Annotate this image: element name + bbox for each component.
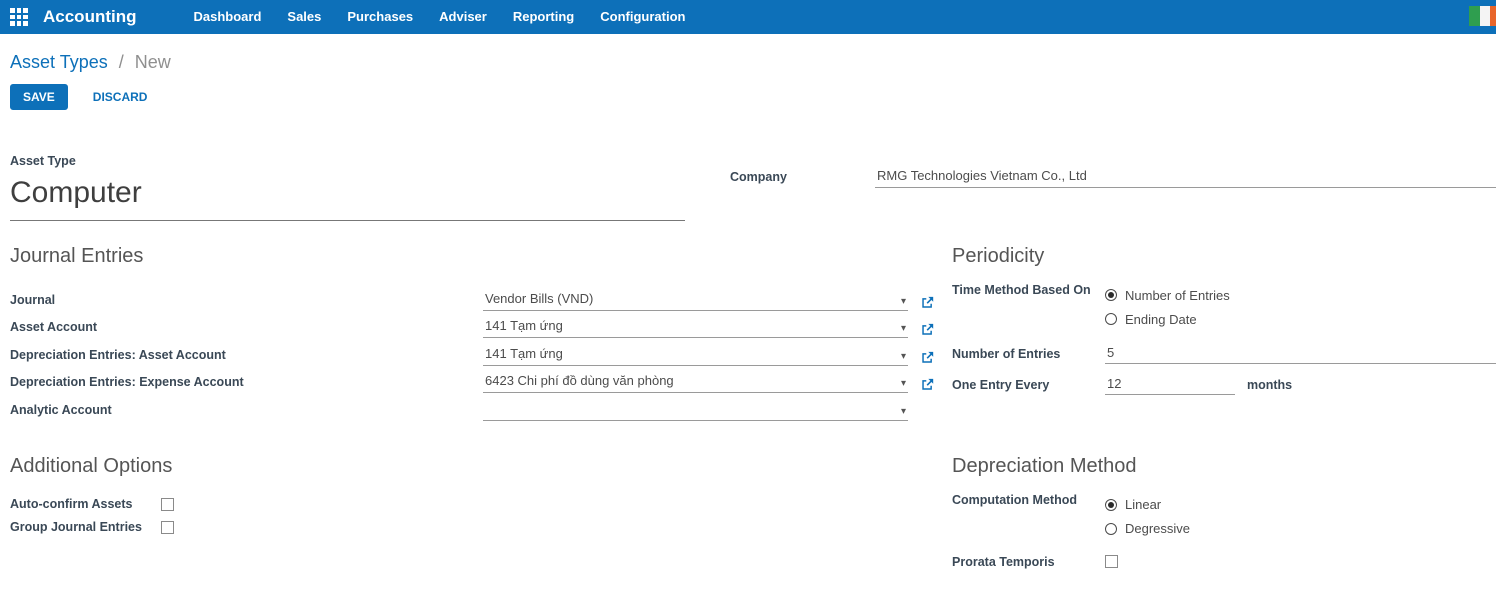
asset-type-block: Asset Type Computer	[10, 154, 685, 221]
months-suffix: months	[1247, 378, 1292, 395]
radio-icon[interactable]	[1105, 289, 1117, 301]
company-input[interactable]: RMG Technologies Vietnam Co., Ltd	[875, 168, 1496, 188]
asset-account-label: Asset Account	[10, 320, 483, 338]
field-row-dep-asset-account: Depreciation Entries: Asset Account 141 …	[10, 338, 952, 366]
journal-label: Journal	[10, 293, 483, 311]
language-flag-icon[interactable]	[1469, 6, 1496, 26]
dropdown-caret-icon[interactable]: ▾	[901, 323, 906, 334]
dep-expense-account-label: Depreciation Entries: Expense Account	[10, 375, 483, 393]
time-method-label: Time Method Based On	[952, 283, 1105, 300]
external-link-icon[interactable]	[921, 378, 934, 391]
dropdown-caret-icon[interactable]: ▾	[901, 378, 906, 389]
breadcrumb: Asset Types / New	[10, 52, 1496, 73]
save-button[interactable]: SAVE	[10, 84, 68, 110]
radio-label: Linear	[1125, 497, 1161, 512]
group-journal-checkbox[interactable]	[161, 521, 174, 534]
top-navbar: Accounting Dashboard Sales Purchases Adv…	[0, 0, 1496, 34]
dep-expense-account-select[interactable]: 6423 Chi phí đồ dùng văn phòng ▾	[483, 373, 908, 393]
discard-button[interactable]: DISCARD	[93, 90, 148, 104]
one-entry-every-input[interactable]: 12	[1105, 376, 1235, 395]
journal-select[interactable]: Vendor Bills (VND) ▾	[483, 291, 908, 311]
radio-degressive[interactable]: Degressive	[1105, 517, 1190, 541]
company-label: Company	[730, 170, 875, 188]
dropdown-caret-icon[interactable]: ▾	[901, 406, 906, 417]
additional-options-heading: Additional Options	[10, 455, 952, 478]
computation-method-label: Computation Method	[952, 493, 1105, 510]
prorata-row: Prorata Temporis	[952, 555, 1496, 569]
journal-value: Vendor Bills (VND)	[485, 291, 593, 306]
app-title[interactable]: Accounting	[43, 7, 137, 27]
radio-label: Ending Date	[1125, 312, 1197, 327]
radio-icon[interactable]	[1105, 499, 1117, 511]
main-menu: Dashboard Sales Purchases Adviser Report…	[181, 0, 699, 34]
auto-confirm-row: Auto-confirm Assets	[10, 493, 952, 516]
depreciation-method-heading: Depreciation Method	[952, 455, 1496, 478]
one-entry-every-row: One Entry Every 12 months	[952, 376, 1496, 395]
radio-icon[interactable]	[1105, 313, 1117, 325]
form-sheet: Asset Type Computer Company RMG Technolo…	[0, 110, 1496, 577]
prorata-label: Prorata Temporis	[952, 555, 1105, 569]
asset-type-label: Asset Type	[10, 154, 685, 168]
dep-expense-account-value: 6423 Chi phí đồ dùng văn phòng	[485, 373, 674, 388]
analytic-account-label: Analytic Account	[10, 403, 483, 421]
periodicity-heading: Periodicity	[952, 245, 1496, 268]
field-row-analytic-account: Analytic Account ▾	[10, 393, 952, 421]
auto-confirm-checkbox[interactable]	[161, 498, 174, 511]
external-link-icon[interactable]	[921, 323, 934, 336]
number-of-entries-label: Number of Entries	[952, 347, 1105, 364]
breadcrumb-current: New	[135, 52, 171, 72]
dep-asset-account-label: Depreciation Entries: Asset Account	[10, 348, 483, 366]
auto-confirm-label: Auto-confirm Assets	[10, 497, 161, 511]
group-journal-label: Group Journal Entries	[10, 520, 161, 534]
dep-asset-account-value: 141 Tạm ứng	[485, 346, 563, 361]
radio-ending-date[interactable]: Ending Date	[1105, 307, 1230, 331]
prorata-checkbox[interactable]	[1105, 555, 1118, 568]
radio-linear[interactable]: Linear	[1105, 493, 1190, 517]
dropdown-caret-icon[interactable]: ▾	[901, 296, 906, 307]
nav-item-dashboard[interactable]: Dashboard	[181, 0, 275, 34]
company-field: Company RMG Technologies Vietnam Co., Lt…	[730, 168, 1496, 188]
nav-item-configuration[interactable]: Configuration	[587, 0, 698, 34]
radio-number-of-entries[interactable]: Number of Entries	[1105, 283, 1230, 307]
external-link-icon[interactable]	[921, 351, 934, 364]
analytic-account-select[interactable]: ▾	[483, 401, 908, 421]
nav-item-sales[interactable]: Sales	[274, 0, 334, 34]
breadcrumb-separator: /	[119, 52, 124, 72]
computation-method-row: Computation Method Linear Degressive	[952, 493, 1496, 541]
radio-label: Degressive	[1125, 521, 1190, 536]
group-journal-row: Group Journal Entries	[10, 516, 952, 539]
asset-account-select[interactable]: 141 Tạm ứng ▾	[483, 318, 908, 338]
one-entry-every-label: One Entry Every	[952, 378, 1105, 395]
nav-item-adviser[interactable]: Adviser	[426, 0, 500, 34]
field-row-journal: Journal Vendor Bills (VND) ▾	[10, 283, 952, 311]
radio-icon[interactable]	[1105, 523, 1117, 535]
time-method-row: Time Method Based On Number of Entries E…	[952, 283, 1496, 331]
breadcrumb-asset-types[interactable]: Asset Types	[10, 52, 108, 72]
field-row-dep-expense-account: Depreciation Entries: Expense Account 64…	[10, 366, 952, 394]
asset-type-input[interactable]: Computer	[10, 168, 685, 221]
control-panel: Asset Types / New SAVE DISCARD	[0, 34, 1496, 110]
external-link-icon[interactable]	[921, 296, 934, 309]
number-of-entries-row: Number of Entries 5	[952, 345, 1496, 364]
action-buttons: SAVE DISCARD	[10, 84, 1496, 110]
asset-account-value: 141 Tạm ứng	[485, 318, 563, 333]
apps-grid-icon[interactable]	[10, 8, 28, 26]
nav-item-purchases[interactable]: Purchases	[334, 0, 426, 34]
radio-label: Number of Entries	[1125, 288, 1230, 303]
dep-asset-account-select[interactable]: 141 Tạm ứng ▾	[483, 346, 908, 366]
nav-item-reporting[interactable]: Reporting	[500, 0, 587, 34]
number-of-entries-input[interactable]: 5	[1105, 345, 1496, 364]
journal-entries-heading: Journal Entries	[10, 245, 952, 268]
dropdown-caret-icon[interactable]: ▾	[901, 351, 906, 362]
field-row-asset-account: Asset Account 141 Tạm ứng ▾	[10, 311, 952, 339]
